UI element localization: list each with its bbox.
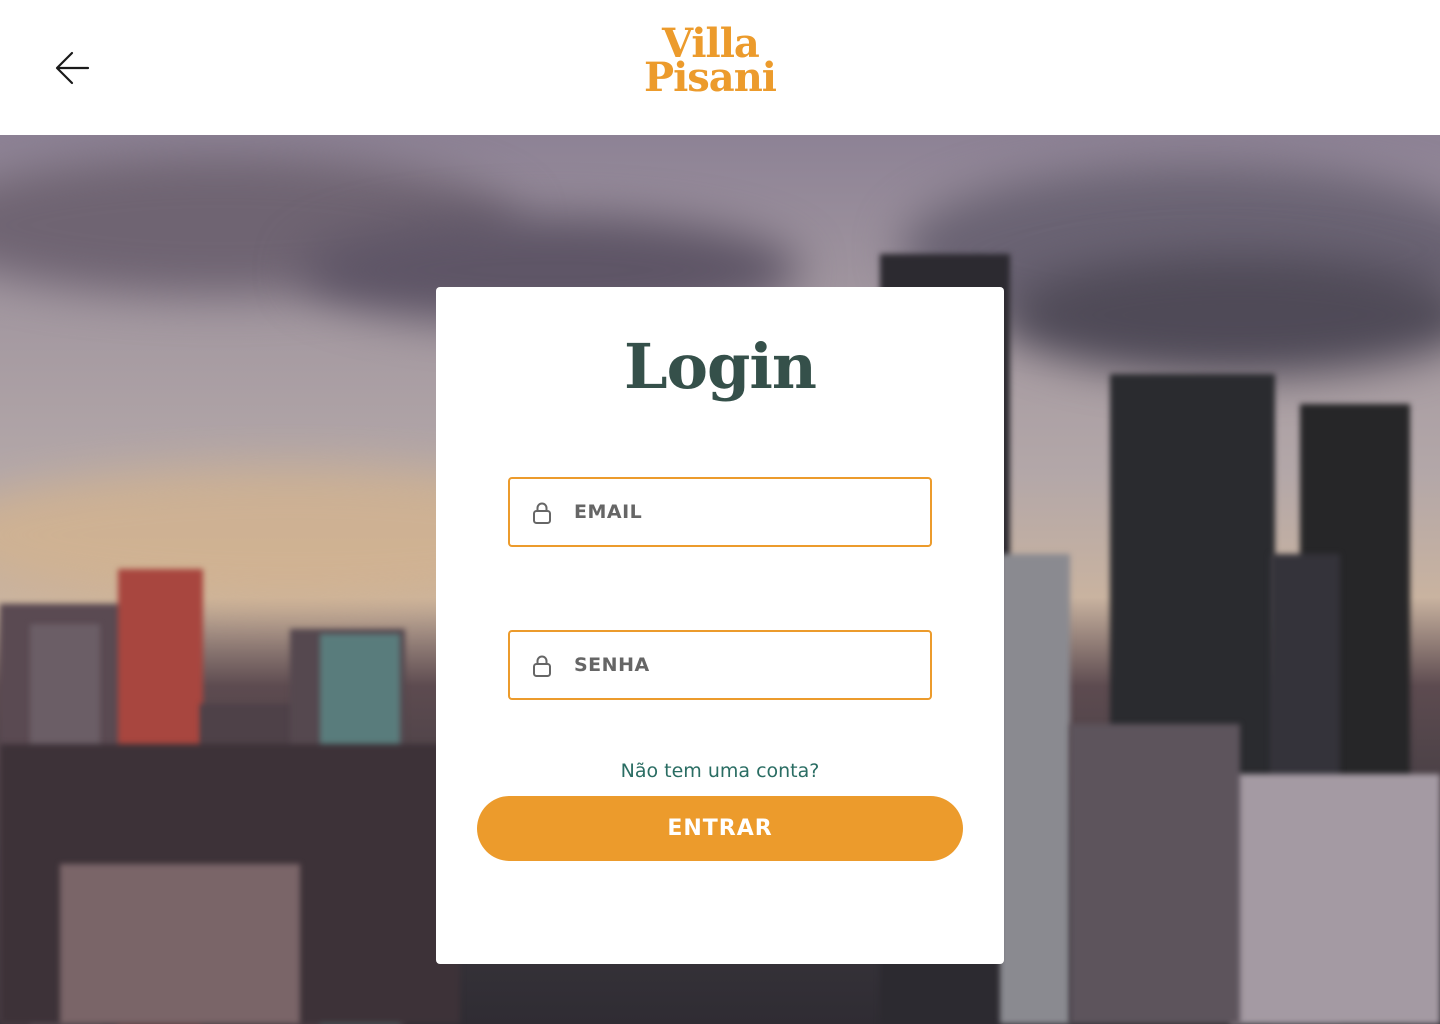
lock-icon <box>533 502 551 524</box>
email-field[interactable] <box>508 477 932 547</box>
arrow-left-icon <box>55 51 90 85</box>
login-submit-button[interactable]: ENTRAR <box>477 796 963 861</box>
password-field[interactable] <box>508 630 932 700</box>
signup-link[interactable]: Não tem uma conta? <box>0 760 1440 782</box>
brand-logo: Villa Pisani <box>640 24 800 108</box>
logo-line-2: Pisani <box>644 54 777 101</box>
page-title: Login <box>624 330 817 403</box>
top-header: Villa Pisani <box>0 0 1440 135</box>
password-input[interactable] <box>574 646 914 684</box>
lock-icon <box>533 655 551 677</box>
back-button[interactable] <box>52 48 92 88</box>
email-input[interactable] <box>574 493 914 531</box>
